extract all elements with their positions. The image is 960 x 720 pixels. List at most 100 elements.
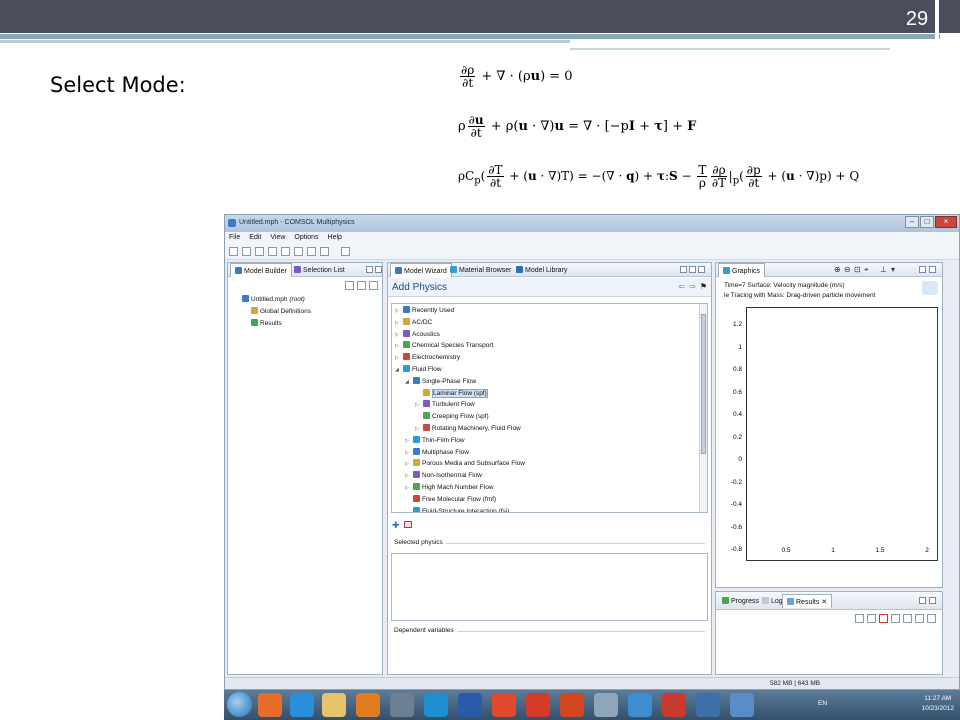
physics-tree-item[interactable]: ▷ Multiphase Flow: [395, 447, 525, 460]
app-icon-1[interactable]: [390, 693, 414, 717]
tree-expand-icon[interactable]: ▷: [405, 461, 413, 467]
tab-model-builder[interactable]: Model Builder: [230, 263, 292, 277]
tree-expand-icon[interactable]: ▷: [415, 426, 423, 432]
remove-physics-icon[interactable]: [404, 521, 412, 528]
tab-progress[interactable]: Progress: [718, 594, 763, 608]
compute-icon[interactable]: [341, 247, 350, 256]
plot-area[interactable]: [746, 307, 938, 561]
scrollbar-thumb[interactable]: [701, 314, 706, 454]
clock[interactable]: 11:27 AM 10/23/2012: [921, 694, 954, 714]
physics-tree-item[interactable]: ▷ Thin-Film Flow: [395, 435, 525, 448]
axis-icon[interactable]: ⊥: [880, 265, 887, 274]
physics-tree-item[interactable]: Free Molecular Flow (fmf): [395, 494, 525, 507]
app-icon-5[interactable]: [696, 693, 720, 717]
open-file-icon[interactable]: [242, 247, 251, 256]
next-arrow-icon[interactable]: ⇨: [689, 282, 696, 291]
tree-expand-icon[interactable]: ▷: [395, 320, 403, 326]
physics-tree-item[interactable]: ▷ Acoustics: [395, 329, 525, 342]
menu-view[interactable]: View: [270, 234, 285, 244]
physics-tree-item[interactable]: ▷ Porous Media and Subsurface Flow: [395, 459, 525, 471]
tab-graphics[interactable]: Graphics: [718, 263, 766, 277]
tree-expand-icon[interactable]: ▷: [405, 473, 413, 479]
physics-tree-item[interactable]: ▷ Recently Used: [395, 306, 525, 318]
tab-results[interactable]: Results ✕: [782, 594, 833, 608]
physics-tree-item[interactable]: Laminar Flow (spf): [395, 388, 525, 401]
language-indicator[interactable]: EN: [818, 700, 827, 707]
maximize-panel-icon[interactable]: [689, 266, 696, 273]
tree-expand-icon[interactable]: ▷: [395, 355, 403, 361]
tab-material-browser[interactable]: Material Browser: [446, 263, 516, 277]
physics-tree-item[interactable]: ◢ Fluid Flow: [395, 364, 525, 377]
maximize-panel-icon[interactable]: [375, 266, 382, 273]
redo-icon[interactable]: [294, 247, 303, 256]
tree-expand-icon[interactable]: ▷: [405, 450, 413, 456]
expand-all-icon[interactable]: [345, 281, 354, 290]
collapse-all-icon[interactable]: [357, 281, 366, 290]
zoom-extents-icon[interactable]: ⌖: [864, 265, 869, 275]
app-icon-2[interactable]: [424, 693, 448, 717]
tree-expand-icon[interactable]: ◢: [395, 367, 403, 373]
physics-tree-item[interactable]: ▷ Electrochemistry: [395, 353, 525, 365]
tab-model-wizard[interactable]: Model Wizard: [390, 263, 452, 277]
clear-icon[interactable]: [879, 614, 888, 623]
close-button[interactable]: ×: [935, 216, 957, 228]
menu-file[interactable]: File: [229, 234, 240, 244]
zoom-box-icon[interactable]: ⊡: [854, 265, 861, 274]
firefox-icon[interactable]: [258, 693, 282, 717]
physics-tree-item[interactable]: ▷ Rotating Machinery, Fluid Flow: [395, 423, 525, 436]
undo-icon[interactable]: [281, 247, 290, 256]
tree-expand-icon[interactable]: ▷: [405, 438, 413, 444]
maximize-panel-icon[interactable]: [929, 266, 936, 273]
app-icon-3[interactable]: [594, 693, 618, 717]
physics-tree-item[interactable]: ▷ AC/DC: [395, 317, 525, 330]
menu-options[interactable]: Options: [294, 234, 318, 244]
physics-tree-item[interactable]: ▷ Turbulent Flow: [395, 400, 525, 412]
menu-help[interactable]: Help: [328, 234, 342, 244]
physics-tree-item[interactable]: Creeping Flow (spf): [395, 412, 525, 424]
explorer-icon[interactable]: [322, 693, 346, 717]
finish-flag-icon[interactable]: ⚑: [700, 282, 707, 291]
start-button[interactable]: [227, 692, 252, 717]
ie-icon[interactable]: [290, 693, 314, 717]
back-arrow-icon[interactable]: ⇦: [678, 282, 685, 291]
tree-expand-icon[interactable]: ▷: [395, 343, 403, 349]
tree-expand-icon[interactable]: ▷: [395, 308, 403, 314]
app-icon-4[interactable]: [628, 693, 652, 717]
tree-expand-icon[interactable]: ▷: [405, 485, 413, 491]
tab-model-library[interactable]: Model Library: [512, 263, 571, 277]
tree-expand-icon[interactable]: ◢: [405, 379, 413, 385]
tree-expand-icon[interactable]: ▷: [415, 402, 423, 408]
help-icon[interactable]: [320, 247, 329, 256]
physics-tree-item[interactable]: ▷ Non-Isothermal Flow: [395, 471, 525, 483]
sort-icon[interactable]: [855, 614, 864, 623]
physics-tree-item[interactable]: ▷ Chemical Species Transport: [395, 341, 525, 353]
minimize-button[interactable]: –: [905, 216, 919, 228]
selected-physics-box[interactable]: [391, 553, 708, 621]
plot-table-icon[interactable]: [915, 614, 924, 623]
copy-icon[interactable]: [903, 614, 912, 623]
show-icon[interactable]: [369, 281, 378, 290]
settings-icon[interactable]: [307, 247, 316, 256]
menu-edit[interactable]: Edit: [249, 234, 261, 244]
tree-item-global-definitions[interactable]: Global Definitions: [242, 306, 311, 319]
physics-tree-item[interactable]: Fluid-Structure Interaction (fsi): [395, 506, 525, 512]
minimize-panel-icon[interactable]: [366, 266, 373, 273]
new-file-icon[interactable]: [229, 247, 238, 256]
tab-selection-list[interactable]: Selection List: [290, 263, 349, 277]
tree-item-results[interactable]: Results: [242, 318, 311, 331]
media-player-icon[interactable]: [356, 693, 380, 717]
powerpoint-icon[interactable]: [560, 693, 584, 717]
table-settings-icon[interactable]: [927, 614, 936, 623]
chrome-icon-2[interactable]: [526, 693, 550, 717]
minimize-panel-icon[interactable]: [680, 266, 687, 273]
zoom-in-icon[interactable]: ⊕: [834, 265, 841, 274]
physics-tree-item[interactable]: ▷ High Mach Number Flow: [395, 482, 525, 495]
minimize-panel-icon[interactable]: [919, 266, 926, 273]
print-icon[interactable]: [268, 247, 277, 256]
view-menu-icon[interactable]: ▾: [891, 265, 895, 274]
word-icon[interactable]: [458, 693, 482, 717]
maximize-button[interactable]: □: [920, 216, 934, 228]
physics-list-scrollbar[interactable]: [699, 304, 707, 512]
restore-panel-icon[interactable]: [698, 266, 705, 273]
pdf-icon[interactable]: [662, 693, 686, 717]
